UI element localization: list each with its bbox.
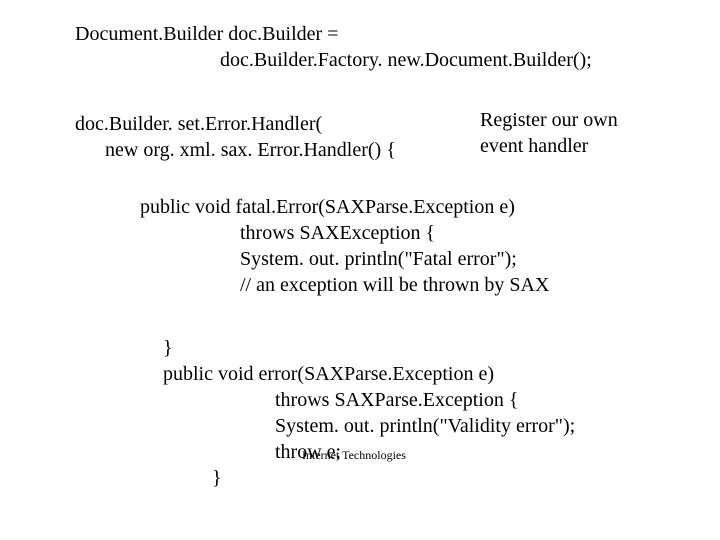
code-line: // an exception will be thrown by SAX (240, 273, 549, 298)
footer-text: Internet Technologies (302, 448, 406, 463)
code-line: doc.Builder. set.Error.Handler( (75, 112, 322, 137)
code-line: } (163, 336, 173, 361)
code-line: new org. xml. sax. Error.Handler() { (105, 138, 396, 163)
code-line: throws SAXException { (240, 221, 435, 246)
code-line: public void fatal.Error(SAXParse.Excepti… (140, 195, 515, 220)
code-line: System. out. println("Validity error"); (275, 414, 575, 439)
slide: Document.Builder doc.Builder = doc.Build… (0, 0, 720, 540)
code-line: Document.Builder doc.Builder = (75, 22, 338, 47)
annotation-line: event handler (480, 134, 588, 159)
code-line: System. out. println("Fatal error"); (240, 247, 517, 272)
code-line: } (212, 466, 222, 491)
code-line: public void error(SAXParse.Exception e) (163, 362, 494, 387)
annotation-line: Register our own (480, 108, 618, 133)
code-line: doc.Builder.Factory. new.Document.Builde… (220, 48, 592, 73)
code-line: throws SAXParse.Exception { (275, 388, 518, 413)
